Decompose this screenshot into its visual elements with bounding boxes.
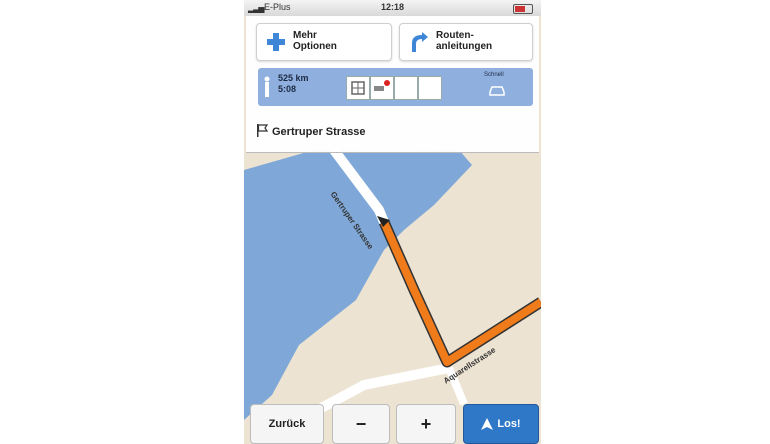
info-cell-1: [346, 76, 370, 100]
bottom-toolbar: Zurück − + Los!: [244, 400, 541, 444]
destination-row[interactable]: Gertruper Strasse: [256, 124, 366, 138]
route-summary: 525 km 5:08: [278, 73, 309, 95]
zoom-in-button[interactable]: +: [396, 404, 456, 444]
route-info-bar[interactable]: 525 km 5:08 Schnell: [258, 68, 533, 106]
info-cell-3: [394, 76, 418, 100]
traffic-alert-icon: [374, 80, 390, 91]
more-options-label: Mehr Optionen: [293, 30, 337, 52]
navigation-panel: Mehr Optionen Routen- anleitungen 525 km…: [246, 16, 539, 153]
back-button[interactable]: Zurück: [250, 404, 324, 444]
route-instructions-label: Routen- anleitungen: [436, 30, 493, 52]
person-icon: [264, 76, 270, 97]
navigation-arrow-icon: [481, 418, 494, 430]
go-button-label: Los!: [497, 418, 521, 430]
route-instructions-button[interactable]: Routen- anleitungen: [399, 23, 533, 61]
go-button[interactable]: Los!: [463, 404, 539, 444]
more-options-button[interactable]: Mehr Optionen: [256, 23, 392, 61]
phone-screen: Gertruper Strasse Aquarellstrasse ▂▃▅ E-…: [244, 0, 541, 444]
info-cell-2: [370, 76, 394, 100]
battery-icon: [513, 4, 533, 14]
plus-icon: [267, 33, 285, 51]
info-cell-4: [418, 76, 442, 100]
route-arrow-icon: [412, 32, 428, 52]
zoom-out-button[interactable]: −: [332, 404, 390, 444]
route-duration: 5:08: [278, 84, 297, 94]
clock: 12:18: [380, 2, 405, 12]
flag-icon: [257, 124, 268, 137]
route-mode-label: Schnell: [484, 72, 504, 78]
destination-label: Gertruper Strasse: [272, 126, 366, 138]
status-bar: ▂▃▅ E-Plus 12:18: [244, 0, 541, 16]
car-icon: [489, 86, 505, 96]
grid-icon: [351, 81, 365, 95]
route-distance: 525 km: [278, 73, 309, 83]
